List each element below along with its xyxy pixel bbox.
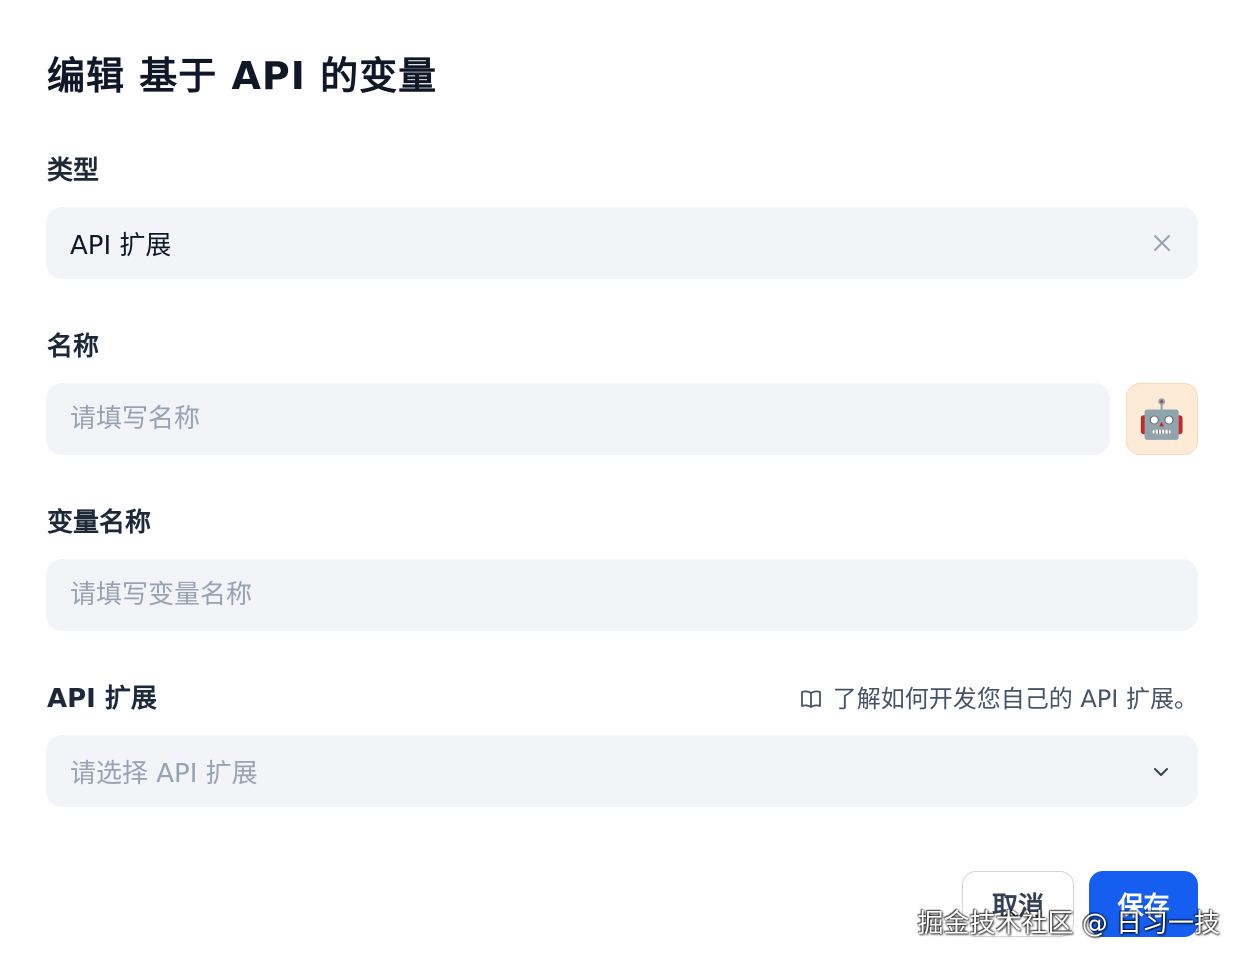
doc-link-text: 了解如何开发您自己的 API 扩展。 xyxy=(832,685,1198,713)
close-icon[interactable] xyxy=(1150,231,1174,255)
variable-name-label: 变量名称 xyxy=(47,508,152,538)
type-select[interactable]: API 扩展 xyxy=(46,207,1198,279)
variable-name-field[interactable] xyxy=(46,559,1198,631)
api-extension-label: API 扩展 xyxy=(47,684,157,714)
watermark: 掘金技术社区 @ 日习一技 xyxy=(917,909,1220,939)
book-icon xyxy=(799,687,823,711)
name-input[interactable] xyxy=(70,404,1086,434)
emoji-picker-button[interactable]: 🤖 xyxy=(1126,383,1198,455)
chevron-down-icon xyxy=(1150,760,1172,782)
edit-api-variable-dialog: 编辑 基于 API 的变量 类型 API 扩展 名称 🤖 变量名称 API 扩展… xyxy=(0,0,1246,964)
variable-name-input[interactable] xyxy=(70,580,1174,610)
robot-icon: 🤖 xyxy=(1138,396,1186,441)
type-value: API 扩展 xyxy=(70,230,172,261)
api-extension-placeholder: 请选择 API 扩展 xyxy=(70,758,258,789)
name-field[interactable] xyxy=(46,383,1110,455)
api-extension-doc-link[interactable]: 了解如何开发您自己的 API 扩展。 xyxy=(799,682,1198,716)
type-label: 类型 xyxy=(47,156,100,186)
dialog-title: 编辑 基于 API 的变量 xyxy=(47,54,438,98)
api-extension-select[interactable]: 请选择 API 扩展 xyxy=(46,735,1198,807)
name-label: 名称 xyxy=(47,332,100,362)
